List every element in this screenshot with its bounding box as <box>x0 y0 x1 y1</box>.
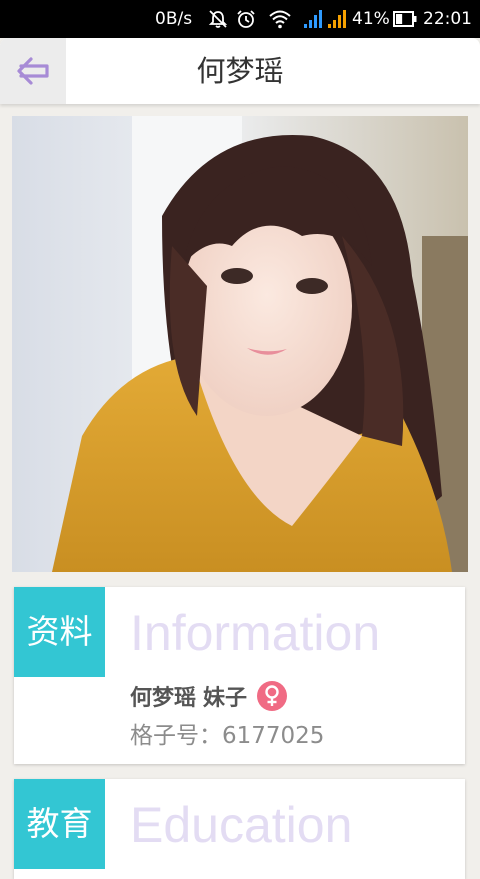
user-category: 妹子 <box>203 686 248 711</box>
back-arrow-icon <box>17 57 49 85</box>
signal-icon-sim2 <box>328 10 346 28</box>
alarm-icon <box>237 10 255 28</box>
female-icon <box>265 685 279 706</box>
clock-time: 22:01 <box>423 9 472 29</box>
info-tag: 资料 <box>14 587 105 677</box>
status-bar: 0B/s 41% 22:01 <box>0 0 480 38</box>
signal-icon-sim1 <box>304 10 322 28</box>
wifi-icon <box>269 10 291 29</box>
education-card: 教育 Education <box>14 779 465 879</box>
back-button[interactable] <box>0 38 66 104</box>
user-id: 格子号：6177025 <box>130 723 325 749</box>
info-heading: Information <box>130 605 381 661</box>
gender-badge <box>257 681 288 711</box>
network-speed: 0B/s <box>155 9 193 29</box>
app-header: 何梦瑶 <box>0 38 480 104</box>
education-heading: Education <box>130 797 353 853</box>
education-tag: 教育 <box>14 779 105 869</box>
page-title: 何梦瑶 <box>196 54 284 88</box>
information-card: 资料 Information 何梦瑶 妹子 格子号：6177025 <box>14 587 465 764</box>
profile-photo[interactable] <box>12 116 468 572</box>
name-row: 何梦瑶 妹子 <box>130 680 288 712</box>
profile-photo-image <box>12 116 468 572</box>
mute-icon <box>208 10 228 28</box>
battery-percent: 41% <box>352 9 390 29</box>
battery-icon <box>393 11 417 27</box>
user-name: 何梦瑶 <box>130 686 197 711</box>
